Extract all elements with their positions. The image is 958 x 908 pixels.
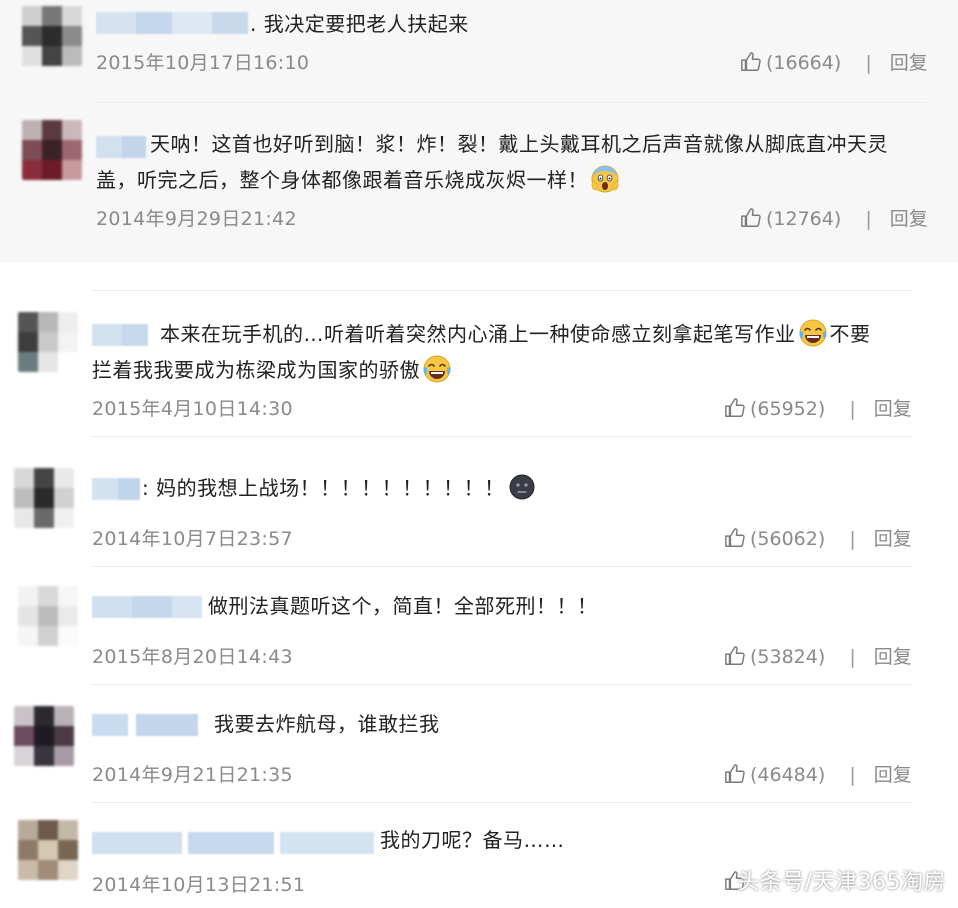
comment-actions: (46484) | 回复 — [724, 760, 912, 787]
comment-actions: (12764) | 回复 — [740, 204, 928, 231]
username-blurred[interactable] — [92, 324, 148, 346]
username-blurred[interactable] — [96, 12, 248, 34]
avatar[interactable] — [14, 706, 74, 766]
avatar[interactable] — [18, 820, 78, 880]
comment-panel-top: . 我决定要把老人扶起来 2015年10月17日16:10 (16664) | 回… — [0, 0, 958, 262]
comment-divider — [92, 290, 912, 291]
reply-button[interactable]: 回复 — [874, 528, 912, 550]
comment-actions: (65952) | 回复 — [724, 394, 912, 421]
thumbs-up-icon — [725, 646, 745, 665]
thumbs-up-icon — [725, 398, 745, 417]
divider: | — [849, 764, 856, 786]
comment-actions: (56062) | 回复 — [724, 524, 912, 551]
like-count: (65952) — [750, 398, 826, 420]
divider: | — [849, 528, 856, 550]
reply-button[interactable]: 回复 — [890, 52, 928, 74]
comment-time: 2014年9月21日21:35 — [92, 764, 293, 786]
like-count: (16664) — [766, 52, 842, 74]
divider: | — [849, 398, 856, 420]
comment-panel-bottom: 本来在玩手机的…听着听着突然内心涌上一种使命感立刻拿起笔写作业 不要 拦着我我要成… — [0, 276, 958, 908]
like-count: (53824) — [750, 646, 826, 668]
comment-time: 2014年10月13日21:51 — [92, 874, 306, 896]
divider: | — [865, 52, 872, 74]
watermark: 头条号/天津365淘房 — [737, 870, 946, 895]
laugh-cry-emoji-icon — [423, 355, 451, 383]
comment-divider — [92, 802, 912, 803]
scream-emoji-icon — [591, 165, 619, 193]
username-blurred[interactable] — [92, 478, 140, 500]
divider: | — [865, 208, 872, 230]
comment-actions: (16664) | 回复 — [740, 48, 928, 75]
comment-divider — [92, 566, 912, 567]
comment-text: 我的刀呢？备马…… — [380, 828, 565, 852]
dark-face-emoji-icon — [509, 474, 535, 500]
reply-button[interactable]: 回复 — [874, 398, 912, 420]
reply-button[interactable]: 回复 — [874, 646, 912, 668]
username-blurred[interactable] — [92, 714, 198, 736]
comment-time: 2015年4月10日14:30 — [92, 398, 293, 420]
comment-divider — [96, 102, 926, 103]
like-count: (12764) — [766, 208, 842, 230]
avatar[interactable] — [18, 586, 78, 646]
like-button[interactable]: (12764) — [740, 208, 847, 230]
like-count: (46484) — [750, 764, 826, 786]
like-button[interactable]: (16664) — [740, 52, 847, 74]
comment-text: 做刑法真题听这个，简直！全部死刑！！！ — [208, 594, 598, 618]
comment-divider — [92, 436, 912, 437]
divider: | — [849, 646, 856, 668]
comment-text: 天呐！这首也好听到脑！浆！炸！裂！戴上头戴耳机之后声音就像从脚底直冲天灵 盖，听… — [96, 132, 888, 193]
thumbs-up-icon — [725, 764, 745, 783]
thumbs-up-icon — [741, 52, 761, 71]
laugh-cry-emoji-icon — [799, 319, 826, 347]
like-button[interactable]: (46484) — [724, 764, 831, 786]
reply-button[interactable]: 回复 — [874, 764, 912, 786]
comment-text: 本来在玩手机的…听着听着突然内心涌上一种使命感立刻拿起笔写作业 不要 拦着我我要成… — [92, 316, 940, 388]
like-button[interactable]: (53824) — [724, 646, 831, 668]
comment-text: : 妈的我想上战场！！！！！！！！！！ — [142, 470, 539, 506]
comment-text: . 我决定要把老人扶起来 — [250, 12, 469, 36]
like-count: (56062) — [750, 528, 826, 550]
avatar[interactable] — [18, 312, 78, 372]
comment-text: 我要去炸航母，谁敢拦我 — [214, 712, 440, 736]
avatar[interactable] — [14, 468, 74, 528]
comment-time: 2015年10月17日16:10 — [96, 52, 310, 74]
username-blurred[interactable] — [96, 136, 146, 158]
like-button[interactable]: (65952) — [724, 398, 831, 420]
thumbs-up-icon — [741, 208, 761, 227]
like-button[interactable]: (56062) — [724, 528, 831, 550]
avatar[interactable] — [22, 6, 82, 66]
comment-actions: (53824) | 回复 — [724, 642, 912, 669]
username-blurred[interactable] — [92, 596, 202, 618]
username-blurred[interactable] — [92, 832, 374, 854]
thumbs-up-icon — [725, 528, 745, 547]
comment-time: 2015年8月20日14:43 — [92, 646, 293, 668]
reply-button[interactable]: 回复 — [890, 208, 928, 230]
avatar[interactable] — [22, 120, 82, 180]
comment-time: 2014年10月7日23:57 — [92, 528, 293, 550]
comment-time: 2014年9月29日21:42 — [96, 208, 297, 230]
comment-divider — [92, 684, 912, 685]
